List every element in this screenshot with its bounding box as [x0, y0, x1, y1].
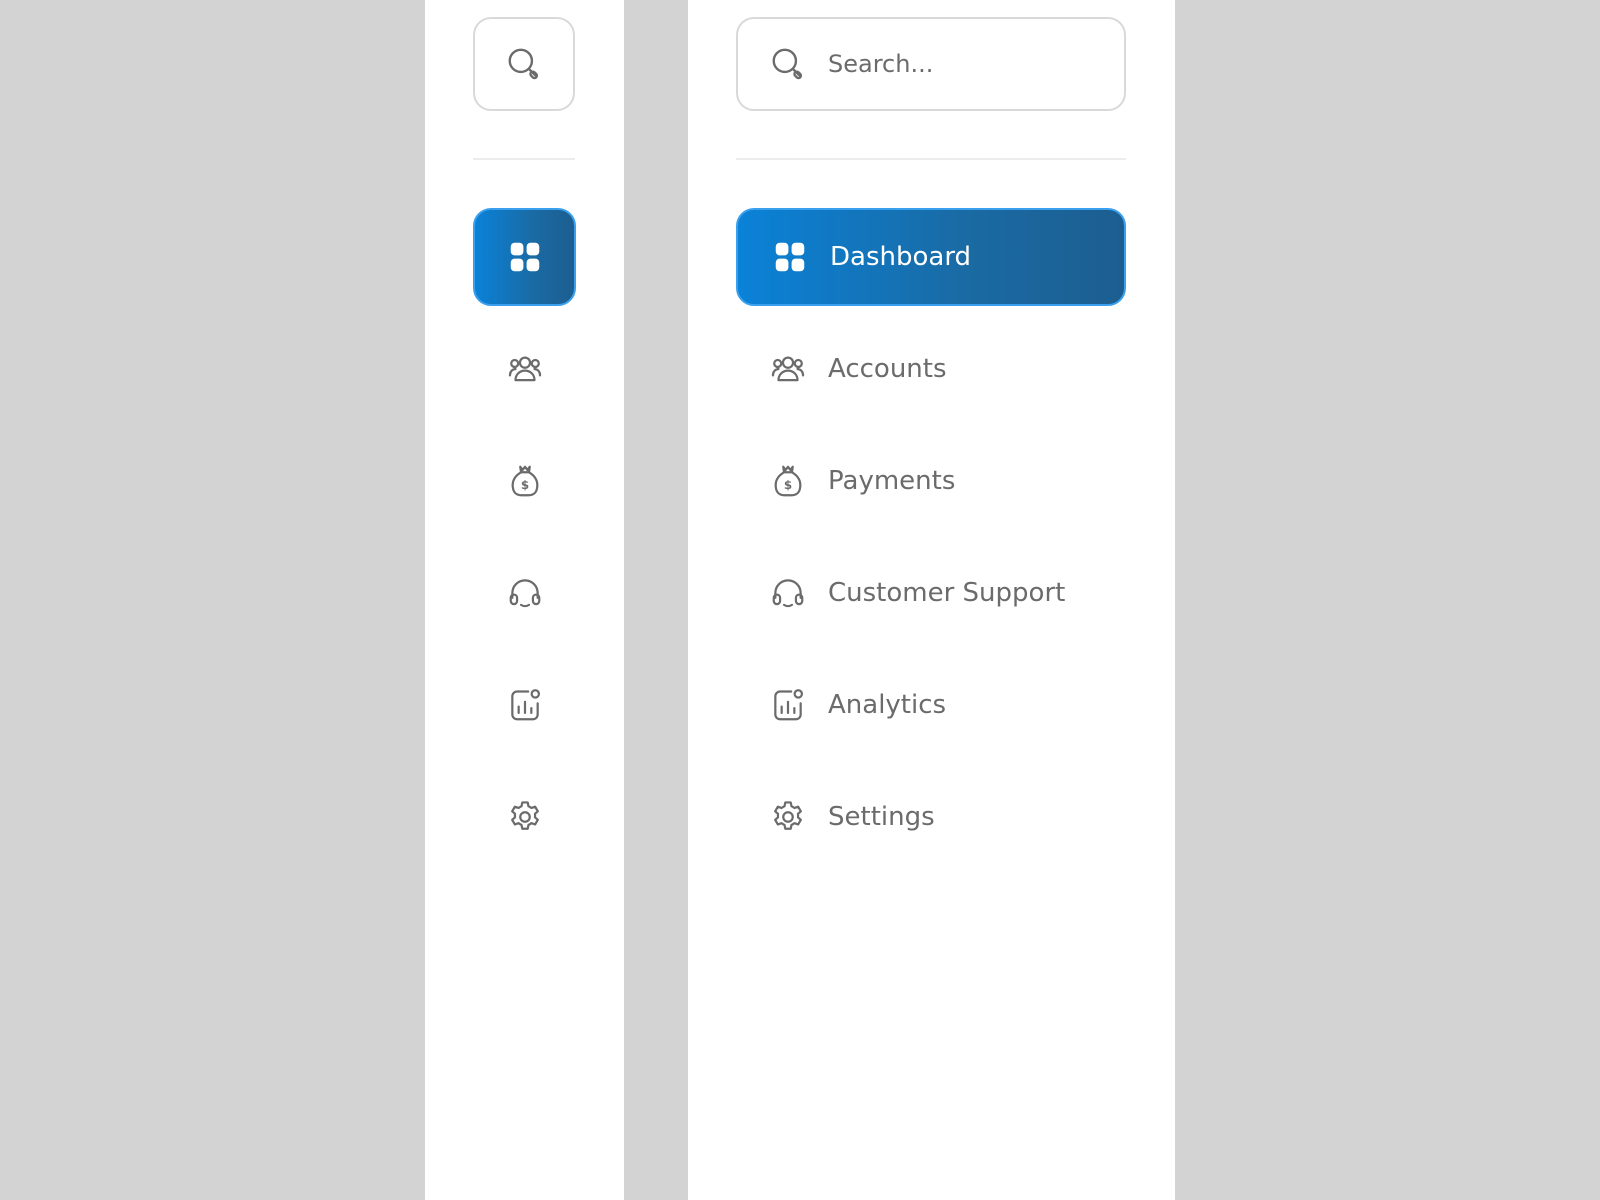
sidebar-item-label: Settings [828, 802, 935, 832]
gear-icon [505, 797, 545, 837]
divider [473, 158, 575, 160]
sidebar-item-customer-support[interactable]: Customer Support [736, 544, 1126, 642]
dashboard-grid-icon [505, 237, 545, 277]
search-field[interactable] [736, 17, 1126, 111]
sidebar-item-customer-support[interactable] [473, 544, 576, 642]
search-input[interactable] [828, 50, 1108, 78]
money-bag-icon: $ [505, 461, 545, 501]
search-icon [768, 44, 808, 84]
gear-icon [768, 797, 808, 837]
analytics-chart-icon [505, 685, 545, 725]
users-group-icon [768, 349, 808, 389]
headset-icon [768, 573, 808, 613]
sidebar-item-dashboard[interactable]: Dashboard [736, 208, 1126, 306]
search-button[interactable] [473, 17, 575, 111]
sidebar-item-label: Customer Support [828, 578, 1066, 608]
money-bag-icon: $ [768, 461, 808, 501]
sidebar-item-analytics[interactable] [473, 656, 576, 754]
sidebar-item-label: Payments [828, 466, 956, 496]
headset-icon [505, 573, 545, 613]
sidebar-item-analytics[interactable]: Analytics [736, 656, 1126, 754]
sidebar-item-accounts[interactable] [473, 320, 576, 418]
sidebar-item-accounts[interactable]: Accounts [736, 320, 1126, 418]
svg-text:$: $ [520, 478, 528, 492]
users-group-icon [505, 349, 545, 389]
dashboard-grid-icon [770, 237, 810, 277]
analytics-chart-icon [768, 685, 808, 725]
sidebar-item-label: Dashboard [830, 242, 972, 272]
sidebar-collapsed: $ [425, 0, 624, 1200]
sidebar-nav: Dashboard Accounts $ Payments Customer S… [736, 208, 1126, 880]
search-icon [504, 44, 544, 84]
sidebar-item-dashboard[interactable] [473, 208, 576, 306]
divider [736, 158, 1126, 160]
sidebar-expanded: Dashboard Accounts $ [688, 0, 1175, 1200]
svg-text:$: $ [784, 478, 792, 492]
sidebar-item-settings[interactable]: Settings [736, 768, 1126, 866]
sidebar-item-settings[interactable] [473, 768, 576, 866]
sidebar-item-label: Analytics [828, 690, 947, 720]
sidebar-item-payments[interactable]: $ [473, 432, 576, 530]
sidebar-nav: $ [473, 208, 576, 880]
sidebar-item-payments[interactable]: $ Payments [736, 432, 1126, 530]
sidebar-item-label: Accounts [828, 354, 947, 384]
